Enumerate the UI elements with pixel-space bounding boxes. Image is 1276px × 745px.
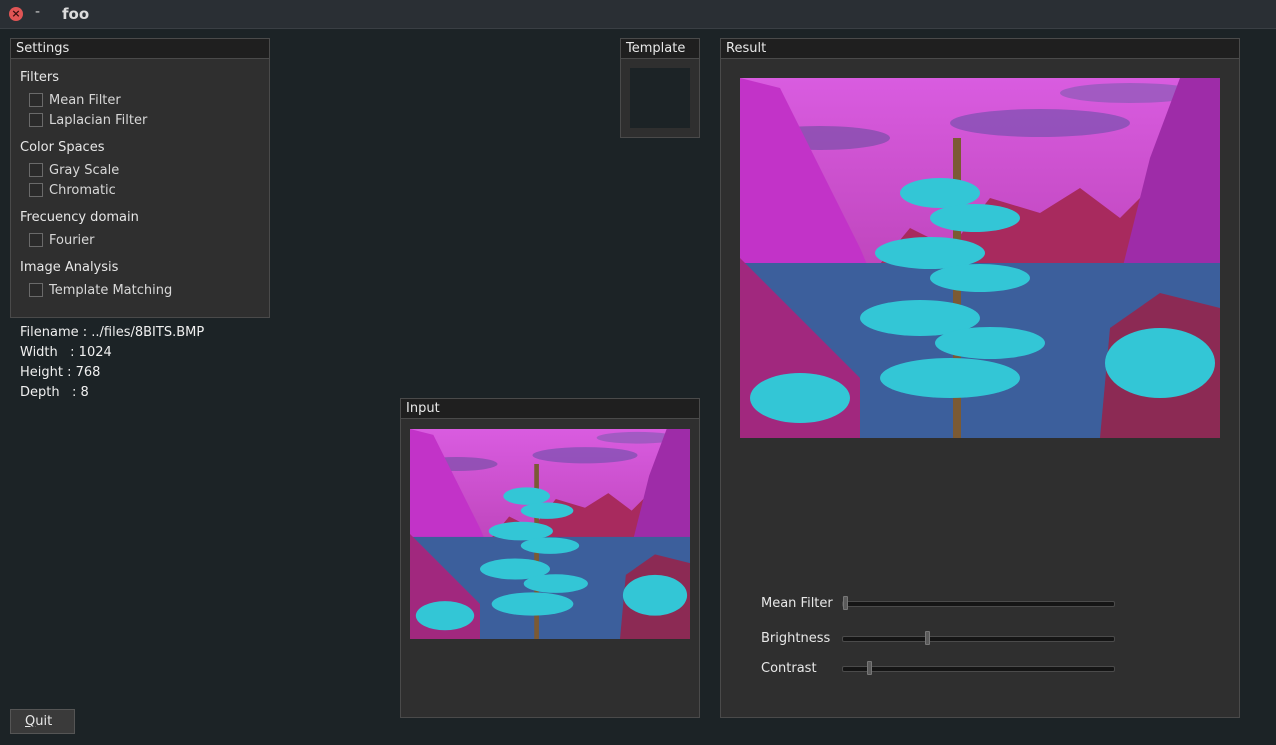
checkbox-label: Template Matching bbox=[49, 283, 173, 298]
checkbox-box[interactable] bbox=[29, 283, 43, 297]
checkbox-box[interactable] bbox=[29, 163, 43, 177]
checkbox-box[interactable] bbox=[29, 233, 43, 247]
mean-filter-slider[interactable] bbox=[842, 596, 1115, 610]
result-panel-title: Result bbox=[721, 39, 1239, 59]
minimize-icon[interactable]: - bbox=[35, 4, 40, 20]
settings-panel: Settings Filters Mean Filter Laplacian F… bbox=[10, 38, 270, 318]
brightness-slider-label: Brightness bbox=[761, 631, 831, 646]
checkbox-label: Fourier bbox=[49, 233, 95, 248]
checkbox-box[interactable] bbox=[29, 113, 43, 127]
contrast-slider[interactable] bbox=[842, 661, 1115, 675]
result-image bbox=[740, 78, 1220, 438]
input-panel-title: Input bbox=[401, 399, 699, 419]
template-image bbox=[630, 68, 690, 128]
checkbox-box[interactable] bbox=[29, 183, 43, 197]
template-panel-title: Template bbox=[621, 39, 699, 59]
template-panel: Template bbox=[620, 38, 700, 138]
slider-handle[interactable] bbox=[843, 596, 848, 610]
contrast-slider-label: Contrast bbox=[761, 661, 817, 676]
window-titlebar: × - foo bbox=[0, 0, 1276, 29]
checkbox-label: Laplacian Filter bbox=[49, 113, 148, 128]
file-info-filename: Filename : ../files/8BITS.BMP bbox=[20, 325, 205, 340]
quit-button[interactable]: Quit bbox=[10, 709, 75, 734]
section-color-spaces: Color Spaces bbox=[20, 140, 105, 155]
slider-handle[interactable] bbox=[867, 661, 872, 675]
input-panel: Input bbox=[400, 398, 700, 718]
quit-label-rest: uit bbox=[35, 714, 53, 729]
checkbox-label: Chromatic bbox=[49, 183, 116, 198]
window-title: foo bbox=[62, 5, 90, 23]
quit-mnemonic: Q bbox=[25, 714, 36, 729]
checkbox-label: Gray Scale bbox=[49, 163, 120, 178]
file-info-depth: Depth : 8 bbox=[20, 385, 89, 400]
close-icon[interactable]: × bbox=[9, 7, 23, 21]
mean-filter-slider-label: Mean Filter bbox=[761, 596, 833, 611]
input-image bbox=[410, 429, 690, 639]
brightness-slider[interactable] bbox=[842, 631, 1115, 645]
section-image-analysis: Image Analysis bbox=[20, 260, 119, 275]
slider-handle[interactable] bbox=[925, 631, 930, 645]
file-info-height: Height : 768 bbox=[20, 365, 101, 380]
file-info-width: Width : 1024 bbox=[20, 345, 112, 360]
result-panel: Result Mean Filter Brightness Contrast bbox=[720, 38, 1240, 718]
section-frequency-domain: Frecuency domain bbox=[20, 210, 139, 225]
checkbox-box[interactable] bbox=[29, 93, 43, 107]
checkbox-label: Mean Filter bbox=[49, 93, 121, 108]
section-filters: Filters bbox=[20, 70, 59, 85]
settings-panel-title: Settings bbox=[11, 39, 269, 59]
